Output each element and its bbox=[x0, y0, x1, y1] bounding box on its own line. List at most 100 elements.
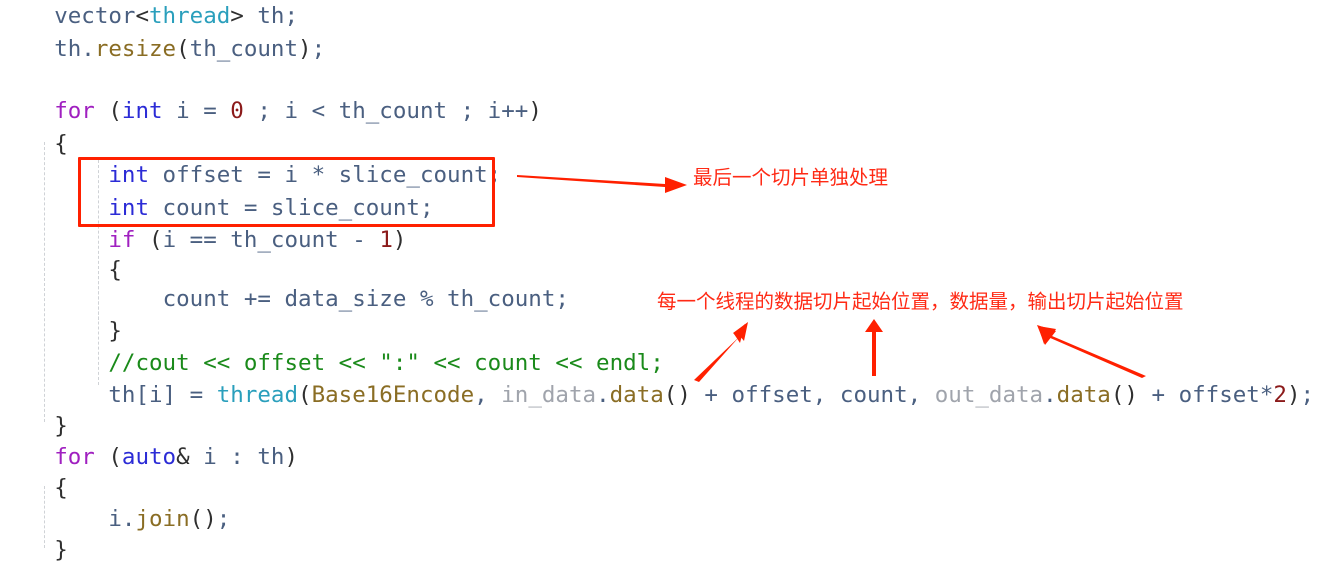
code-token: i == th_count - bbox=[162, 227, 380, 253]
code-line[interactable]: { bbox=[0, 128, 1343, 161]
code-line[interactable]: for (int i = 0 ; i < th_count ; i++) bbox=[0, 95, 1343, 128]
code-editor[interactable]: vector<thread> th; th.resize(th_count); … bbox=[0, 0, 1343, 563]
code-token: offset = i * slice_count; bbox=[149, 162, 502, 188]
code-token: < bbox=[135, 3, 150, 29]
code-token: th. bbox=[54, 36, 95, 62]
code-token: resize bbox=[94, 36, 177, 62]
code-token: //cout << offset << ":" << count << endl… bbox=[108, 350, 664, 376]
code-line[interactable]: } bbox=[0, 315, 1343, 348]
code-token: thread bbox=[216, 382, 299, 408]
code-token: thread bbox=[149, 3, 231, 29]
code-token: th_count bbox=[189, 36, 299, 62]
code-token: } bbox=[108, 318, 122, 344]
code-token: ) bbox=[528, 98, 542, 124]
code-token: ( bbox=[189, 506, 204, 532]
code-line[interactable]: th[i] = thread(Base16Encode, in_data.dat… bbox=[0, 379, 1343, 412]
code-token: int bbox=[108, 162, 150, 188]
code-line[interactable]: for (auto& i : th) bbox=[0, 441, 1343, 474]
code-line[interactable]: } bbox=[0, 410, 1343, 443]
code-token: vector bbox=[54, 3, 136, 29]
code-token: int bbox=[108, 195, 150, 221]
code-token: + offset* bbox=[1137, 382, 1274, 408]
code-line[interactable]: th.resize(th_count); bbox=[0, 33, 1343, 66]
code-token: ( bbox=[108, 98, 122, 124]
code-token: out_data bbox=[934, 382, 1044, 408]
code-token: & bbox=[176, 444, 190, 470]
code-token: th[i] = bbox=[108, 382, 217, 408]
code-token: ( bbox=[663, 382, 678, 408]
code-token: . bbox=[596, 382, 610, 408]
code-line[interactable]: int count = slice_count; bbox=[0, 192, 1343, 225]
code-token: } bbox=[54, 537, 68, 563]
code-token: count = slice_count; bbox=[149, 195, 434, 221]
code-token: ) bbox=[677, 382, 691, 408]
code-token: { bbox=[54, 131, 68, 157]
code-token: ) bbox=[284, 444, 299, 470]
code-token: th; bbox=[257, 3, 299, 29]
code-token: for bbox=[54, 444, 95, 470]
code-token: ( bbox=[108, 444, 122, 470]
code-token: , bbox=[474, 382, 502, 408]
code-token: if bbox=[108, 227, 136, 253]
code-token: auto bbox=[121, 444, 177, 470]
code-token: 2 bbox=[1273, 382, 1287, 408]
code-token: data bbox=[1056, 382, 1111, 408]
code-line[interactable]: int offset = i * slice_count; bbox=[0, 159, 1343, 192]
code-token: + offset, count, bbox=[690, 382, 935, 408]
code-token: ; i < th_count ; i++ bbox=[243, 98, 529, 124]
code-token: ; bbox=[1300, 382, 1315, 408]
code-token: { bbox=[54, 475, 68, 501]
code-token: for bbox=[54, 98, 95, 124]
code-line[interactable]: if (i == th_count - 1) bbox=[0, 224, 1343, 257]
code-token: count += data_size % th_count; bbox=[162, 286, 569, 312]
code-token: ( bbox=[176, 36, 190, 62]
code-token: 1 bbox=[379, 227, 393, 253]
code-token: ) bbox=[392, 227, 407, 253]
code-token: . bbox=[1043, 382, 1057, 408]
code-token: ) bbox=[298, 36, 312, 62]
code-line[interactable]: } bbox=[0, 534, 1343, 567]
code-token: ( bbox=[1110, 382, 1125, 408]
code-token: { bbox=[108, 257, 122, 283]
code-token: ; bbox=[216, 506, 231, 532]
code-token: ( bbox=[298, 382, 312, 408]
code-token: 0 bbox=[230, 98, 244, 124]
code-line[interactable]: vector<thread> th; bbox=[0, 0, 1343, 33]
code-line[interactable]: //cout << offset << ":" << count << endl… bbox=[0, 347, 1343, 380]
code-token: i = bbox=[162, 98, 231, 124]
code-token: > bbox=[230, 3, 258, 29]
code-token: ) bbox=[1286, 382, 1301, 408]
code-line[interactable]: i.join(); bbox=[0, 503, 1343, 536]
code-token: i. bbox=[108, 506, 136, 532]
code-token: ) bbox=[203, 506, 217, 532]
code-token: in_data bbox=[501, 382, 597, 408]
code-token: int bbox=[121, 98, 163, 124]
code-token: i : th bbox=[189, 444, 285, 470]
code-line[interactable]: { bbox=[0, 472, 1343, 505]
code-token: ) bbox=[1124, 382, 1138, 408]
code-token: ; bbox=[311, 36, 326, 62]
code-token: ( bbox=[149, 227, 163, 253]
code-token: join bbox=[135, 506, 190, 532]
code-line[interactable]: count += data_size % th_count; bbox=[0, 283, 1343, 316]
code-token: data bbox=[609, 382, 664, 408]
